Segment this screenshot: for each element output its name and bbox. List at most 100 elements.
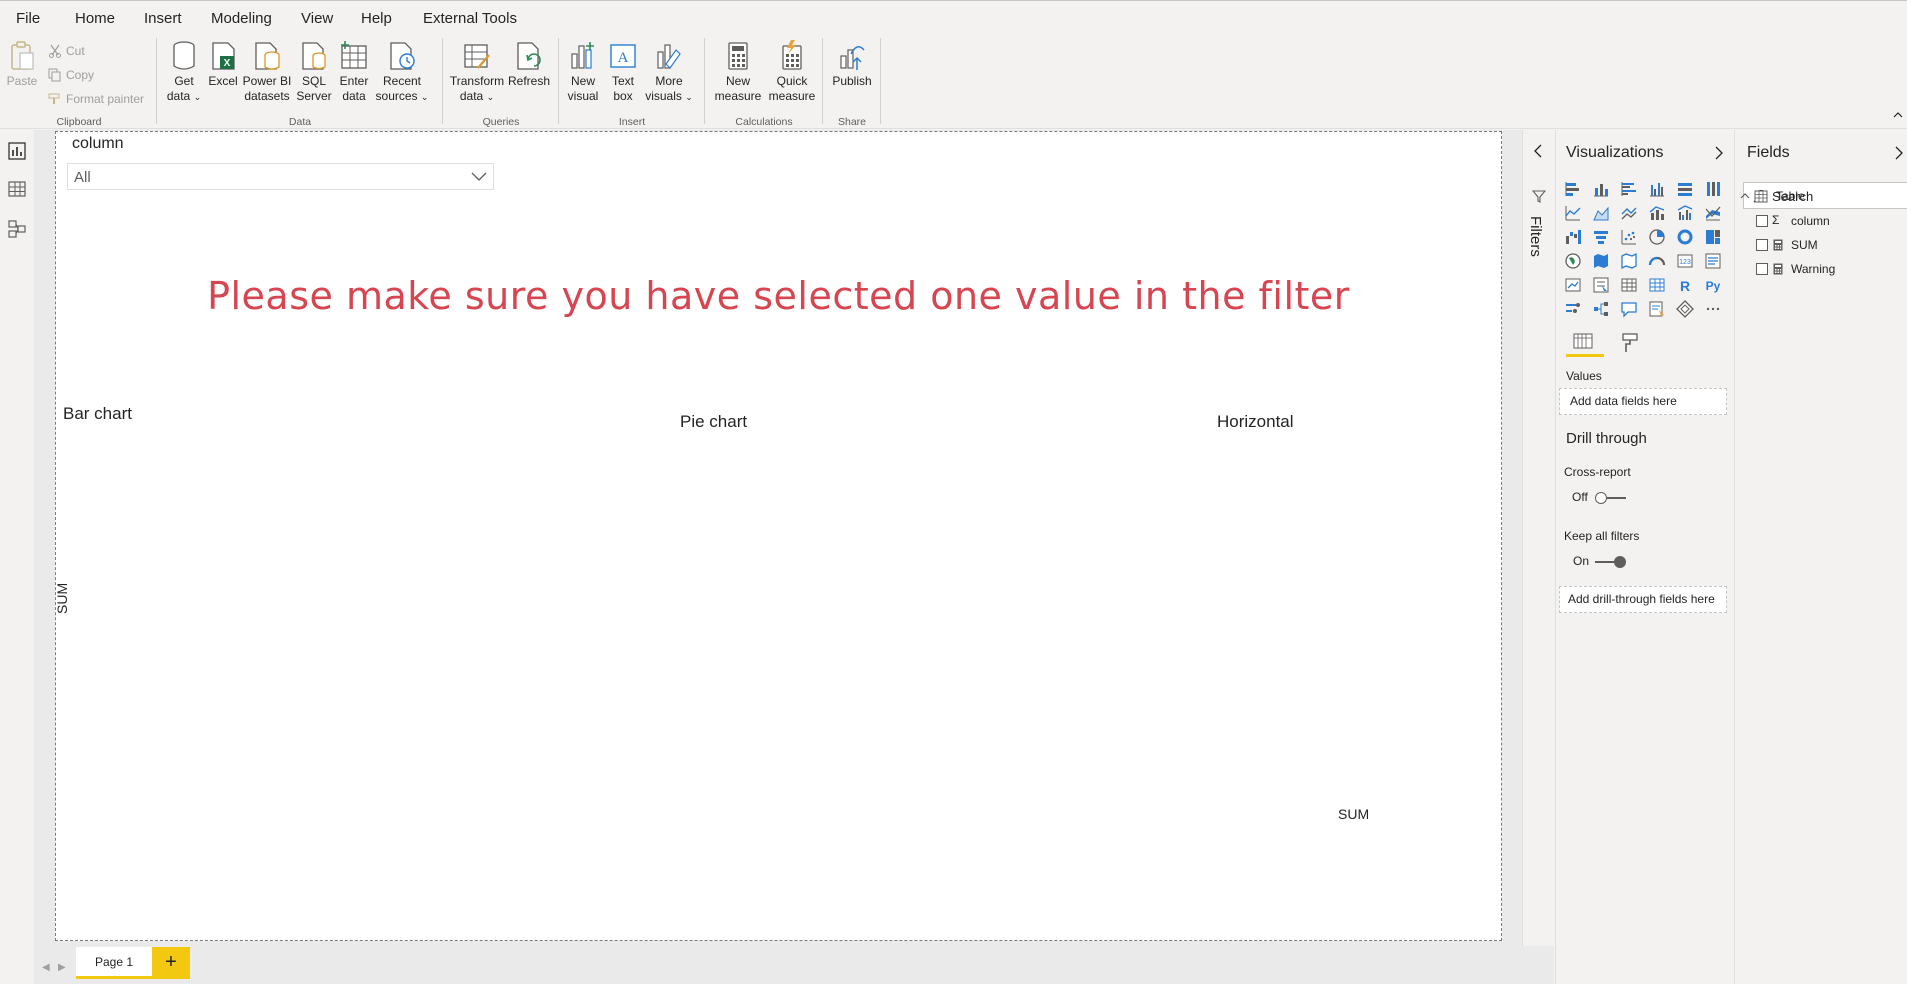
clustered-bar-chart-icon[interactable] [1620, 180, 1638, 198]
transform-data-button[interactable]: Transform data ⌄ [448, 36, 506, 105]
tab-page-1[interactable]: Page 1 [76, 947, 152, 979]
area-chart-icon[interactable] [1592, 204, 1610, 222]
drill-through-well[interactable]: Add drill-through fields here [1559, 586, 1727, 613]
menu-modeling[interactable]: Modeling [211, 10, 272, 27]
funnel-chart-icon[interactable] [1592, 228, 1610, 246]
stacked-column-chart-icon[interactable] [1592, 180, 1610, 198]
quick-measure-button[interactable]: Quick measure [766, 36, 818, 104]
line-and-clustered-column-icon[interactable] [1676, 204, 1694, 222]
sql-server-icon [302, 42, 326, 70]
kpi-icon[interactable] [1564, 276, 1582, 294]
100-stacked-column-chart-icon[interactable] [1704, 180, 1722, 198]
sql-server-button[interactable]: SQL Server [294, 36, 334, 104]
menu-help[interactable]: Help [361, 10, 392, 27]
paint-roller-icon[interactable] [1620, 332, 1640, 354]
bar-chart-title: Bar chart [63, 404, 132, 423]
recent-clock-icon [390, 42, 415, 70]
chevron-right-icon[interactable] [1894, 146, 1904, 160]
more-visuals-label-2: visuals [645, 89, 682, 103]
report-page[interactable]: column All Please make sure you have sel… [54, 131, 1502, 941]
ribbon-chart-icon[interactable] [1704, 204, 1722, 222]
text-box-button[interactable]: A Text box [604, 36, 642, 104]
model-view-icon[interactable] [7, 219, 27, 239]
decomposition-tree-icon[interactable] [1592, 300, 1610, 318]
card-icon[interactable]: 123 [1676, 252, 1694, 270]
table-icon[interactable] [1620, 276, 1638, 294]
100-stacked-bar-chart-icon[interactable] [1676, 180, 1694, 198]
clustered-column-chart-icon[interactable] [1648, 180, 1666, 198]
cross-report-toggle[interactable]: Off [1572, 490, 1632, 506]
waterfall-chart-icon[interactable] [1564, 228, 1582, 246]
qna-icon[interactable] [1620, 300, 1638, 318]
paste-button[interactable]: Paste [4, 36, 40, 89]
active-tab-indicator [1566, 354, 1604, 357]
field-item-sum[interactable]: SUM [1756, 238, 1896, 254]
smart-narrative-icon[interactable] [1648, 300, 1666, 318]
prev-page-icon[interactable]: ◀ [42, 962, 50, 973]
map-icon[interactable] [1564, 252, 1582, 270]
python-visual-icon[interactable]: Py [1704, 276, 1722, 294]
slicer-icon[interactable] [1592, 276, 1610, 294]
menu-file[interactable]: File [16, 10, 40, 27]
report-view-icon[interactable] [7, 141, 27, 161]
publish-button[interactable]: Publish [828, 36, 876, 89]
keep-all-filters-toggle[interactable]: On [1573, 554, 1633, 570]
filled-map-icon[interactable] [1592, 252, 1610, 270]
menu-insert[interactable]: Insert [144, 10, 182, 27]
fields-pane: Fields Search Table Σ column SUM Warning [1736, 130, 1907, 984]
gauge-icon[interactable] [1648, 252, 1666, 270]
r-script-visual-icon[interactable]: R [1676, 276, 1694, 294]
menu-view[interactable]: View [301, 10, 333, 27]
fields-well-icon[interactable] [1572, 332, 1594, 352]
more-options-icon[interactable] [1704, 300, 1722, 318]
stacked-area-chart-icon[interactable] [1620, 204, 1638, 222]
key-influencers-icon[interactable] [1564, 300, 1582, 318]
bar-chart-y-axis-label: SUM [54, 582, 70, 614]
treemap-icon[interactable] [1704, 228, 1722, 246]
chevron-up-icon[interactable] [1893, 110, 1903, 120]
table-node[interactable]: Table [1740, 189, 1900, 205]
field-name: SUM [1791, 238, 1818, 252]
scatter-chart-icon[interactable] [1620, 228, 1638, 246]
menu-external-tools[interactable]: External Tools [423, 10, 517, 27]
more-visuals-button[interactable]: More visuals ⌄ [644, 36, 694, 105]
new-visual-button[interactable]: New visual [564, 36, 602, 104]
chevron-left-icon[interactable] [1533, 144, 1543, 158]
ribbon-separator [156, 38, 157, 124]
field-checkbox[interactable] [1756, 215, 1768, 227]
new-measure-button[interactable]: New measure [712, 36, 764, 104]
visualizations-title: Visualizations [1566, 144, 1664, 161]
chevron-right-icon[interactable] [1714, 146, 1724, 160]
add-page-button[interactable]: + [152, 947, 190, 979]
field-checkbox[interactable] [1756, 239, 1768, 251]
queries-group: Transform data ⌄ Refresh Queries [446, 36, 556, 128]
slicer-dropdown[interactable]: All [67, 163, 494, 190]
refresh-button[interactable]: Refresh [506, 36, 552, 89]
clipboard-group: Paste Cut Copy Format painter Clipboard [4, 36, 154, 128]
field-item-column[interactable]: Σ column [1756, 213, 1896, 230]
next-page-icon[interactable]: ▶ [58, 962, 66, 973]
values-well[interactable]: Add data fields here [1559, 388, 1727, 415]
multi-row-card-icon[interactable] [1704, 252, 1722, 270]
field-item-warning[interactable]: Warning [1756, 262, 1896, 278]
pie-chart-icon[interactable] [1648, 228, 1666, 246]
get-data-button[interactable]: Get data ⌄ [164, 36, 204, 105]
powerbi-datasets-button[interactable]: Power BI datasets [242, 36, 292, 104]
filters-pane-collapsed[interactable]: Filters [1522, 130, 1554, 946]
field-checkbox[interactable] [1756, 263, 1768, 275]
chevron-up-icon[interactable] [1740, 191, 1750, 201]
donut-chart-icon[interactable] [1676, 228, 1694, 246]
stacked-bar-chart-icon[interactable] [1564, 180, 1582, 198]
line-and-stacked-column-icon[interactable] [1648, 204, 1666, 222]
data-group: Get data ⌄ X Excel Power BI datasets SQL… [160, 36, 440, 128]
excel-button[interactable]: X Excel [206, 36, 240, 89]
menu-home[interactable]: Home [75, 10, 116, 37]
enter-data-button[interactable]: Enter data [336, 36, 372, 104]
data-view-icon[interactable] [7, 179, 27, 199]
power-apps-icon[interactable] [1676, 300, 1694, 318]
line-chart-icon[interactable] [1564, 204, 1582, 222]
paste-icon [11, 41, 34, 70]
recent-sources-button[interactable]: Recent sources ⌄ [374, 36, 430, 105]
shape-map-icon[interactable] [1620, 252, 1638, 270]
matrix-icon[interactable] [1648, 276, 1666, 294]
